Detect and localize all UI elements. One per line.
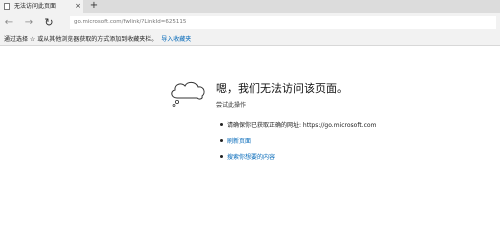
new-tab-button[interactable]: + bbox=[88, 0, 100, 13]
browser-window: 无法访问此页面 × + ← → ↻ go.microsoft.com/fwlin… bbox=[0, 0, 500, 241]
suggestion-list: 请确保你已获取正确的网址: https://go.microsoft.com 刷… bbox=[220, 116, 376, 164]
forward-button[interactable]: → bbox=[22, 13, 36, 32]
bullet-icon bbox=[220, 138, 223, 142]
list-item: 请确保你已获取正确的网址: https://go.microsoft.com bbox=[220, 116, 376, 132]
active-tab[interactable]: 无法访问此页面 × bbox=[0, 0, 83, 13]
close-tab-icon[interactable]: × bbox=[73, 0, 83, 13]
navigation-bar: ← → ↻ go.microsoft.com/fwlink/?LinkId=62… bbox=[0, 13, 500, 32]
page-icon bbox=[4, 3, 10, 10]
tab-title: 无法访问此页面 bbox=[14, 3, 57, 10]
back-button[interactable]: ← bbox=[2, 13, 16, 32]
bullet-icon bbox=[220, 154, 223, 158]
tab-strip: 无法访问此页面 × + bbox=[0, 0, 500, 13]
list-item: 搜索你想要的内容 bbox=[220, 148, 376, 164]
error-subheading: 尝试此操作 bbox=[216, 102, 247, 109]
search-link[interactable]: 搜索你想要的内容 bbox=[227, 152, 275, 161]
favorites-bar: 通过选择 ☆ 或从其他浏览器获取的方式添加到收藏夹栏。 导入收藏夹 bbox=[0, 32, 500, 46]
cloud-icon bbox=[171, 81, 205, 107]
refresh-button[interactable]: ↻ bbox=[42, 13, 56, 32]
address-bar[interactable]: go.microsoft.com/fwlink/?LinkId=625115 bbox=[70, 16, 496, 29]
import-favorites-link[interactable]: 导入收藏夹 bbox=[161, 34, 191, 43]
check-url-suggestion: 请确保你已获取正确的网址: https://go.microsoft.com bbox=[227, 121, 377, 129]
refresh-page-link[interactable]: 刷新页面 bbox=[227, 136, 251, 145]
error-heading: 嗯，我们无法访问该页面。 bbox=[216, 82, 348, 95]
favorites-bar-hint: 通过选择 ☆ 或从其他浏览器获取的方式添加到收藏夹栏。 bbox=[4, 36, 158, 43]
bullet-icon bbox=[220, 122, 223, 126]
list-item: 刷新页面 bbox=[220, 132, 376, 148]
